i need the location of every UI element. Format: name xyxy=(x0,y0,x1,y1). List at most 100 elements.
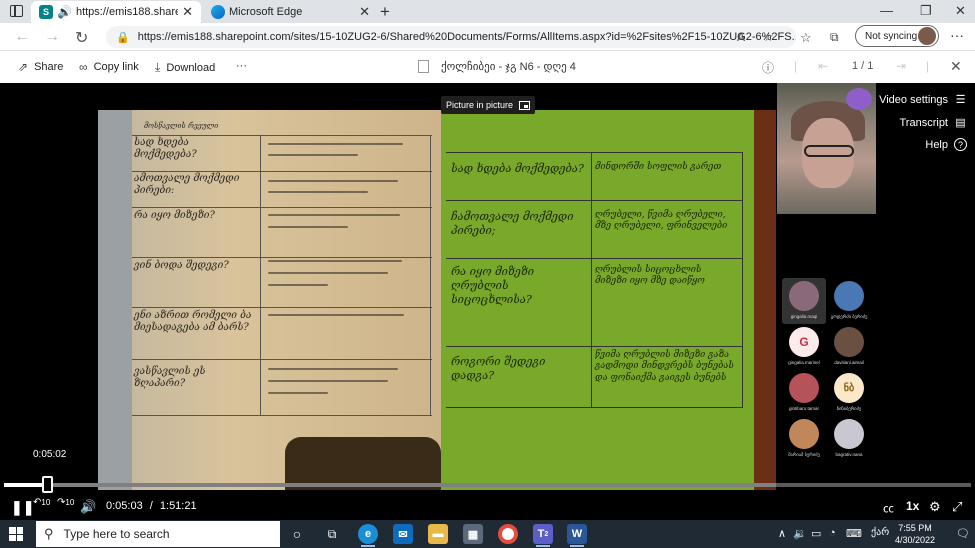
clock-time: 7:55 PM xyxy=(898,523,932,533)
close-tab-icon[interactable]: ✕ xyxy=(359,4,370,20)
read-aloud-icon[interactable]: A xyxy=(737,30,745,44)
forward-icon[interactable]: → xyxy=(44,28,60,46)
minimize-icon[interactable]: — xyxy=(880,3,893,18)
windows-start-icon[interactable] xyxy=(9,527,23,541)
restore-icon[interactable]: ❐ xyxy=(920,3,932,19)
sharepoint-favicon-icon: S xyxy=(39,5,53,19)
profile-sync-button[interactable]: Not syncing xyxy=(855,25,939,47)
handwriting xyxy=(268,191,368,193)
taskbar-search-box[interactable]: ⚲ Type here to search xyxy=(36,521,280,547)
volume-tray-icon[interactable]: 🔉 xyxy=(793,527,807,540)
share-icon: ⇗ xyxy=(18,60,29,74)
chrome-icon[interactable] xyxy=(498,524,518,544)
fullscreen-icon[interactable]: ⤢ xyxy=(952,499,962,515)
participant-tile[interactable]: gingalia.maqi xyxy=(782,278,826,324)
download-button[interactable]: ⤓ Download xyxy=(155,60,215,75)
favorites-add-icon[interactable]: ☆ xyxy=(763,30,774,44)
divider: | xyxy=(926,59,930,73)
clock[interactable]: 7:55 PM 4/30/2022 xyxy=(895,522,935,546)
download-icon: ⤓ xyxy=(155,60,161,74)
battery-icon[interactable]: ▭ xyxy=(811,527,821,540)
profile-avatar xyxy=(918,27,936,45)
current-time: 0:05:03 xyxy=(106,500,143,512)
collections-icon[interactable]: ⧉ xyxy=(830,30,839,45)
address-field[interactable]: 🔒 https://emis188.sharepoint.com/sites/1… xyxy=(106,26,796,48)
word-icon[interactable]: W xyxy=(567,524,587,547)
participant-tile[interactable]: davitiani.aimail xyxy=(827,324,871,370)
edge-taskbar-icon[interactable]: e xyxy=(358,524,378,547)
question-cell: ენი აზრით რომელი ბა მიესადაგება ამ ბარს? xyxy=(134,310,252,333)
teams-badge: 2 xyxy=(544,530,549,538)
handwriting xyxy=(268,226,348,228)
tab-microsoft-edge[interactable]: Microsoft Edge ✕ xyxy=(203,1,378,23)
answer-cell: ღრუბელი, წვიმა ღრუბელი, მზე ღრუბელი, ფრი… xyxy=(595,210,728,232)
notifications-icon[interactable]: 🗨 xyxy=(956,527,970,540)
close-viewer-icon[interactable]: ✕ xyxy=(950,58,962,75)
lock-icon[interactable]: 🔒 xyxy=(116,31,130,44)
refresh-icon[interactable]: ↻ xyxy=(75,28,88,48)
handwriting xyxy=(268,143,403,145)
participant-tile[interactable]: მარიამ ბერიძე xyxy=(782,416,826,462)
keyboard-icon[interactable]: ⌨ xyxy=(846,527,862,540)
back-icon[interactable]: ← xyxy=(14,28,30,46)
total-duration: 1:51:21 xyxy=(159,500,197,512)
new-tab-icon[interactable]: + xyxy=(380,2,390,22)
tab-audio-icon[interactable]: 🔊 xyxy=(57,5,72,19)
seek-thumb[interactable] xyxy=(41,476,53,493)
cortana-icon[interactable]: ○ xyxy=(287,524,307,544)
shared-screen: მოსწავლის რვეული სად ხდება მოქმედება? ამ… xyxy=(98,110,776,490)
picture-in-picture-button[interactable]: Picture in picture xyxy=(441,96,536,114)
skip-back-seconds: 10 xyxy=(41,498,51,507)
tab-actions-icon[interactable] xyxy=(10,5,23,17)
participant-name: bagrativ.nana xyxy=(835,452,863,457)
avatar xyxy=(789,281,819,311)
participant-name: gingalia.maqi xyxy=(790,314,818,319)
video-player[interactable]: მოსწავლის რვეული სად ხდება მოქმედება? ამ… xyxy=(0,83,975,520)
captions-icon[interactable]: ㏄ xyxy=(883,500,894,516)
participant-tile[interactable]: G gingalia.marinel xyxy=(782,324,826,370)
store-icon[interactable]: ▦ xyxy=(463,524,483,544)
teams-icon[interactable]: T2 xyxy=(533,524,553,547)
playback-rate-button[interactable]: 1x xyxy=(906,499,919,513)
speaker-glasses xyxy=(804,145,854,157)
first-page-icon[interactable]: ⇤ xyxy=(818,59,828,73)
close-tab-icon[interactable]: ✕ xyxy=(182,4,193,20)
copy-link-button[interactable]: ∞ Copy link xyxy=(79,60,139,74)
settings-gear-icon[interactable]: ⚙ xyxy=(929,499,941,515)
close-window-icon[interactable]: ✕ xyxy=(955,3,966,19)
favorites-icon[interactable]: ☆ xyxy=(800,30,812,46)
file-explorer-icon[interactable]: ▬ xyxy=(428,524,448,544)
browser-menu-icon[interactable]: ··· xyxy=(950,27,964,43)
answer-cell: წვიმა ღრუბლის მიზეზი გაზა გადმოდი მინდვრ… xyxy=(595,350,734,383)
more-actions-button[interactable]: ··· xyxy=(236,60,247,72)
avatar xyxy=(789,373,819,403)
divider: | xyxy=(794,59,798,73)
skip-back-icon[interactable]: ↶10 xyxy=(33,497,50,508)
show-hidden-icons-icon[interactable]: ∧ xyxy=(778,527,786,540)
video-settings-button[interactable]: Video settings ☰ xyxy=(879,93,967,107)
share-button[interactable]: ⇗ Share xyxy=(18,60,63,74)
volume-icon[interactable]: 🔊 xyxy=(80,499,96,515)
pause-icon[interactable]: ❚❚ xyxy=(11,499,34,516)
participant-tile[interactable]: ნბ ნინიბერიძე xyxy=(827,370,871,416)
transcript-button[interactable]: Transcript ▤ xyxy=(900,116,968,130)
question-cell: რა იყო მიზეზი? xyxy=(134,210,215,221)
participant-name: ნინიბერიძე xyxy=(836,406,862,411)
skip-forward-icon[interactable]: ↷10 xyxy=(57,497,74,508)
time-separator: / xyxy=(149,500,153,512)
help-button[interactable]: Help ? xyxy=(925,138,967,151)
participant-tile[interactable]: bagrativ.nana xyxy=(827,416,871,462)
participant-tile[interactable]: gintibaro.tamar xyxy=(782,370,826,416)
task-view-icon[interactable]: ⧉ xyxy=(322,524,342,544)
tab-sharepoint[interactable]: S 🔊 https://emis188.sharepoint. ✕ xyxy=(31,1,201,23)
handwriting xyxy=(268,392,328,394)
participant-tile[interactable]: გოდერძი ბერიძე xyxy=(827,278,871,324)
info-icon[interactable]: ⓘ xyxy=(762,59,774,76)
mail-icon[interactable]: ✉ xyxy=(393,524,413,544)
network-icon[interactable]: ◔ xyxy=(829,527,836,539)
page-counter: 1 / 1 xyxy=(852,60,874,72)
language-indicator[interactable]: ქარ xyxy=(871,527,889,538)
tab-title: Microsoft Edge xyxy=(229,6,303,18)
answer-cell: ღრუბლის სიცოცხლის მიზეზი იყო მზე დაიწყო xyxy=(595,265,705,287)
last-page-icon[interactable]: ⇥ xyxy=(896,59,906,73)
